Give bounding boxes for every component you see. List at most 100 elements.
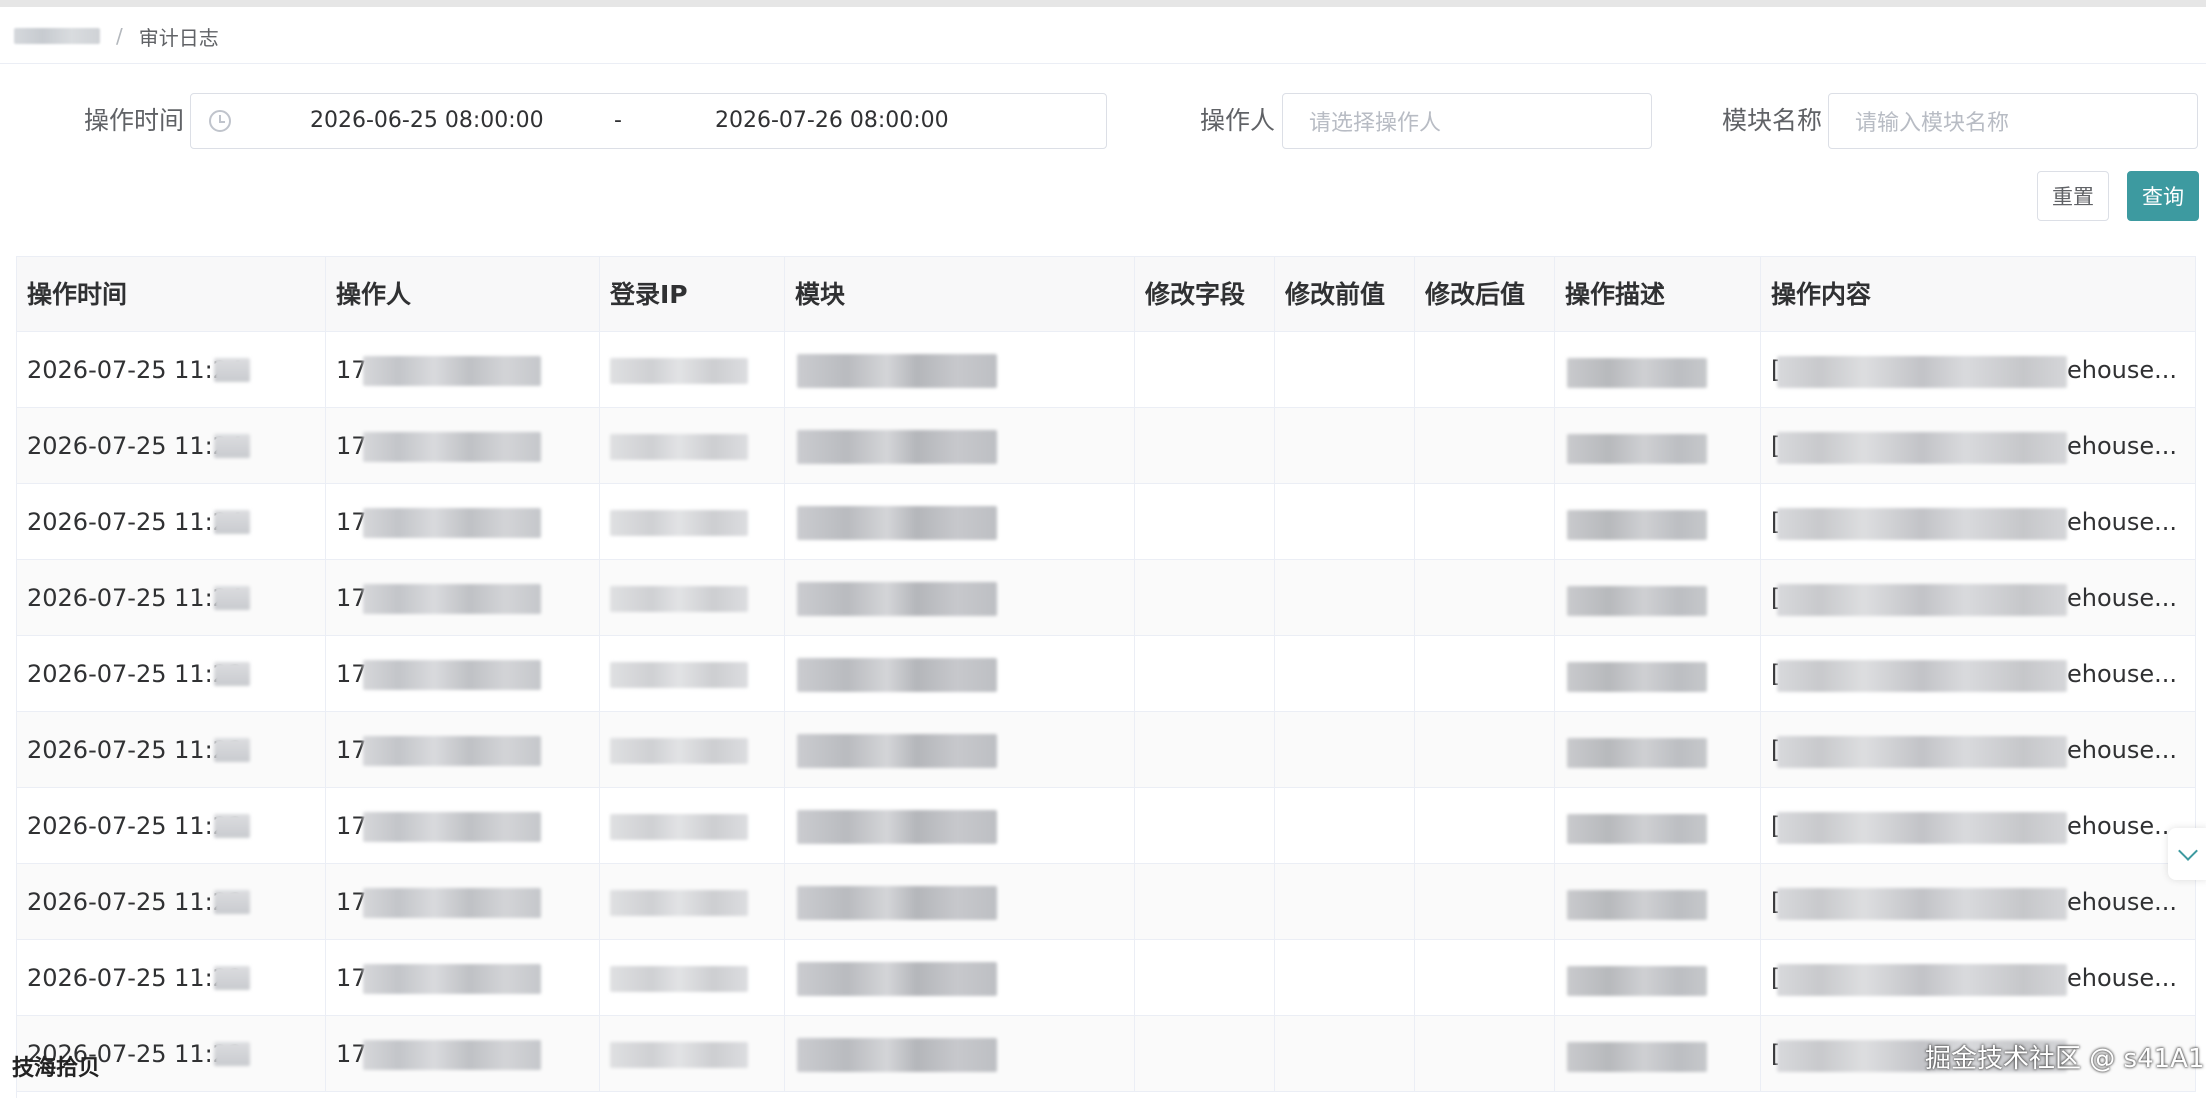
redacted-value — [610, 434, 748, 460]
table-row[interactable]: 2026-07-25 11:24 17 [ehouse... — [17, 560, 2196, 636]
module-placeholder: 请输入模块名称 — [1855, 111, 2010, 136]
start-date[interactable]: 2026-06-25 08:00:00 — [310, 108, 544, 133]
redacted-value — [363, 508, 541, 538]
header-time[interactable]: 操作时间 — [17, 257, 326, 333]
redacted-value — [610, 662, 748, 688]
redacted-value — [1567, 586, 1707, 616]
cell-desc — [1555, 712, 1761, 788]
cell-module — [785, 408, 1135, 484]
redacted-value — [363, 356, 541, 386]
cell-before — [1275, 864, 1415, 940]
module-input[interactable]: 请输入模块名称 — [1828, 93, 2198, 149]
header-operator[interactable]: 操作人 — [326, 257, 600, 333]
cell-before — [1275, 788, 1415, 864]
cell-after — [1415, 788, 1555, 864]
cell-module — [785, 788, 1135, 864]
cell-field — [1135, 636, 1275, 712]
redacted-value — [1777, 812, 2067, 844]
cell-after — [1415, 332, 1555, 408]
table-row[interactable]: 2026-07-25 11:23 17 [ehouse... — [17, 636, 2196, 712]
cell-module — [785, 864, 1135, 940]
cell-time-text: 2026-07-25 11:23 — [27, 736, 244, 764]
cell-time: 2026-07-25 11:24 — [17, 560, 326, 636]
cell-before — [1275, 636, 1415, 712]
cell-operator: 17 — [326, 1016, 600, 1092]
cell-content: [ehouse... — [1761, 332, 2196, 408]
redacted-value — [797, 810, 997, 844]
cell-content: [ehouse... — [1761, 864, 2196, 940]
redacted-value — [1567, 966, 1707, 996]
cell-content-end: ehouse... — [2067, 888, 2178, 916]
cell-field — [1135, 788, 1275, 864]
clock-icon — [209, 110, 231, 132]
table-row[interactable]: 2026-07-25 11:23 17 [ehouse... — [17, 788, 2196, 864]
operator-select[interactable]: 请选择操作人 — [1282, 93, 1652, 149]
header-before[interactable]: 修改前值 — [1275, 257, 1415, 333]
chevron-down-icon[interactable] — [2168, 828, 2206, 880]
header-content[interactable]: 操作内容 — [1761, 257, 2196, 333]
cell-content: [ehouse... — [1761, 484, 2196, 560]
header-desc[interactable]: 操作描述 — [1555, 257, 1761, 333]
cell-before — [1275, 408, 1415, 484]
cell-desc — [1555, 864, 1761, 940]
redacted-value — [1567, 1042, 1707, 1072]
cell-time: 2026-07-25 11:24 — [17, 332, 326, 408]
redacted-value — [1567, 358, 1707, 388]
end-date[interactable]: 2026-07-26 08:00:00 — [715, 108, 949, 133]
header-ip[interactable]: 登录IP — [600, 257, 785, 333]
header-after[interactable]: 修改后值 — [1415, 257, 1555, 333]
table-row[interactable]: 2026-07-25 11:23 17 [ehouse... — [17, 712, 2196, 788]
redacted-value — [214, 662, 250, 686]
cell-field — [1135, 332, 1275, 408]
cell-operator-text: 17 — [336, 584, 367, 612]
table-row[interactable]: 2026-07-25 11:24 17 [ehouse... — [17, 332, 2196, 408]
cell-module — [785, 940, 1135, 1016]
cell-content-end: ehouse... — [2067, 508, 2178, 536]
redacted-value — [797, 734, 997, 768]
cell-operator: 17 — [326, 332, 600, 408]
cell-desc — [1555, 560, 1761, 636]
operator-filter-label: 操作人 — [1200, 106, 1276, 135]
watermark-right: 掘金技术社区 @ s41A1 — [1925, 1044, 2205, 1074]
redacted-value — [1567, 738, 1707, 768]
cell-content: [ehouse... — [1761, 712, 2196, 788]
table-row[interactable]: 2026-07-25 11:24 17 [ehouse... — [17, 484, 2196, 560]
cell-operator-text: 17 — [336, 1040, 367, 1068]
cell-field — [1135, 712, 1275, 788]
redacted-value — [363, 812, 541, 842]
cell-content: [ehouse... — [1761, 636, 2196, 712]
query-button[interactable]: 查询 — [2127, 171, 2199, 221]
table-row[interactable]: 2026-07-25 11:22 17[ — [17, 1016, 2196, 1092]
cell-after — [1415, 864, 1555, 940]
cell-after — [1415, 408, 1555, 484]
breadcrumb-parent[interactable] — [14, 28, 100, 44]
reset-button[interactable]: 重置 — [2037, 171, 2109, 221]
cell-operator-text: 17 — [336, 812, 367, 840]
cell-content-end: ehouse... — [2067, 812, 2178, 840]
header-divider — [0, 63, 2206, 64]
header-module[interactable]: 模块 — [785, 257, 1135, 333]
cell-module — [785, 484, 1135, 560]
cell-content-end: ehouse... — [2067, 660, 2178, 688]
table-row[interactable]: 2026-07-25 11:22 17 [ehouse... — [17, 940, 2196, 1016]
header-field[interactable]: 修改字段 — [1135, 257, 1275, 333]
cell-module — [785, 560, 1135, 636]
cell-desc — [1555, 636, 1761, 712]
cell-field — [1135, 864, 1275, 940]
redacted-value — [797, 430, 997, 464]
cell-time: 2026-07-25 11:24 — [17, 484, 326, 560]
redacted-value — [1777, 964, 2067, 996]
redacted-value — [214, 1042, 250, 1066]
table-row[interactable]: 2026-07-25 11:23 17 [ehouse... — [17, 864, 2196, 940]
cell-time: 2026-07-25 11:23 — [17, 864, 326, 940]
cell-operator: 17 — [326, 864, 600, 940]
cell-operator-text: 17 — [336, 888, 367, 916]
cell-before — [1275, 560, 1415, 636]
redacted-value — [1777, 432, 2067, 464]
table-row[interactable]: 2026-07-25 11:24 17 [ehouse... — [17, 408, 2196, 484]
redacted-value — [214, 434, 250, 458]
cell-time-text: 2026-07-25 11:22 — [27, 964, 244, 992]
date-range-picker[interactable]: 2026-06-25 08:00:00 - 2026-07-26 08:00:0… — [190, 93, 1107, 149]
cell-after — [1415, 712, 1555, 788]
cell-operator: 17 — [326, 712, 600, 788]
